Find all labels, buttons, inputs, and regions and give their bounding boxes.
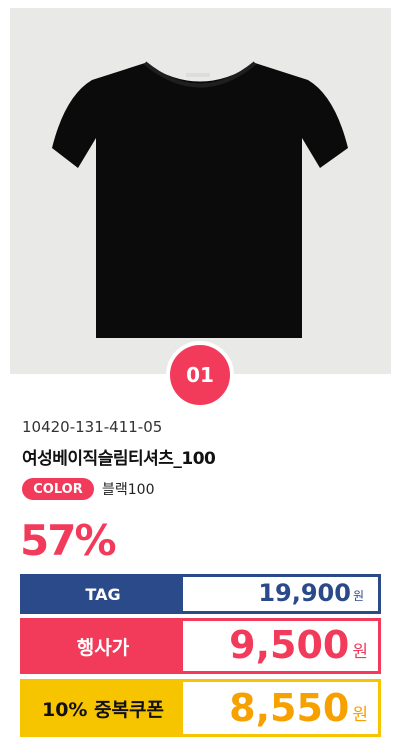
- sale-price-value: 9,500: [229, 623, 350, 667]
- product-code: 10420-131-411-05: [22, 418, 163, 436]
- sale-price-value-box: 9,500 원: [183, 621, 378, 671]
- tag-price-label: TAG: [23, 577, 183, 611]
- tag-price-value-box: 19,900 원: [183, 577, 378, 611]
- coupon-price-value-box: 8,550 원: [183, 682, 378, 734]
- coupon-price-label: 10% 중복쿠폰: [23, 682, 183, 734]
- tag-price-unit: 원: [352, 589, 364, 603]
- product-name[interactable]: 여성베이직슬림티셔츠_100: [22, 444, 216, 469]
- color-label-badge: COLOR: [22, 478, 94, 500]
- discount-rate: 57%: [20, 516, 117, 565]
- product-photo[interactable]: [10, 8, 391, 374]
- black-tshirt-image: [52, 61, 348, 338]
- tag-price-value: 19,900: [258, 579, 351, 607]
- sale-price-label: 행사가: [23, 621, 183, 671]
- sale-price-unit: 원: [352, 642, 368, 662]
- sale-price-row: 행사가 9,500 원: [20, 618, 381, 674]
- coupon-price-value: 8,550: [229, 686, 350, 730]
- coupon-price-unit: 원: [352, 705, 368, 725]
- tag-price-row: TAG 19,900 원: [20, 574, 381, 614]
- coupon-price-row: 10% 중복쿠폰 8,550 원: [20, 679, 381, 737]
- item-number-badge: 01: [166, 341, 234, 409]
- color-value: 블랙100: [102, 482, 155, 498]
- color-row: COLOR 블랙100: [22, 478, 154, 500]
